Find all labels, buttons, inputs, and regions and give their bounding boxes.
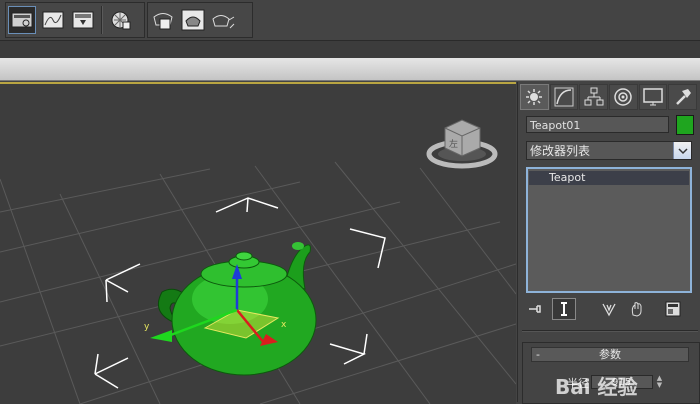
- render-production-button[interactable]: [180, 7, 206, 33]
- command-panel: Teapot01 修改器列表 Teapot - 参数 半径 915 ▲ ▼: [517, 82, 700, 404]
- tab-utilities[interactable]: [668, 84, 698, 110]
- viewcube-face-label: 左: [449, 138, 458, 150]
- viewcube[interactable]: 左: [426, 119, 498, 169]
- modify-curve-icon: [554, 87, 574, 107]
- collapse-icon: -: [536, 348, 540, 361]
- stack-toolbar: [524, 298, 694, 320]
- panel-divider: [522, 330, 698, 332]
- display-monitor-icon: [643, 88, 663, 106]
- material-editor-icon: [111, 11, 131, 30]
- ribbon-bar: [0, 58, 700, 81]
- utilities-hammer-icon: [675, 89, 691, 105]
- ribbon-strip: [0, 40, 700, 59]
- tab-modify[interactable]: [549, 84, 579, 110]
- object-color-swatch[interactable]: [676, 115, 694, 135]
- tab-motion[interactable]: [609, 84, 638, 110]
- render-setup-button[interactable]: [70, 7, 96, 33]
- toolbar-group-scene: [5, 2, 145, 38]
- render-frame-icon: [153, 13, 173, 30]
- remove-modifier-button[interactable]: [626, 299, 648, 319]
- motion-icon: [614, 88, 633, 106]
- viewport-canvas: 左 y x: [0, 119, 516, 404]
- modifier-list-label: 修改器列表: [530, 144, 591, 158]
- material-editor-button[interactable]: [108, 7, 134, 33]
- scene-explorer-icon: [11, 12, 33, 28]
- render-production-icon: [181, 9, 205, 31]
- render-frame-button[interactable]: [150, 7, 176, 33]
- pin-stack-icon: [529, 305, 541, 313]
- chevron-down-icon[interactable]: [673, 142, 691, 159]
- toolbar-group-render: [147, 2, 253, 38]
- hierarchy-icon: [584, 87, 604, 106]
- render-active-icon: [212, 15, 235, 29]
- tab-create[interactable]: [520, 84, 549, 110]
- rollout-title: 参数: [599, 348, 621, 361]
- configure-sets-icon: [665, 301, 681, 317]
- gizmo-y-label: y: [144, 322, 150, 332]
- render-setup-icon: [72, 11, 94, 29]
- tab-hierarchy[interactable]: [579, 84, 609, 110]
- modifier-stack[interactable]: Teapot: [526, 167, 692, 293]
- object-name-field[interactable]: Teapot01: [526, 116, 669, 133]
- make-unique-icon: [602, 303, 616, 317]
- rollout-header[interactable]: - 参数: [531, 347, 689, 362]
- show-end-result-button[interactable]: [552, 298, 576, 320]
- pin-stack-button[interactable]: [524, 299, 546, 319]
- stack-item-teapot[interactable]: Teapot: [529, 171, 689, 185]
- watermark: Bai 经验: [555, 375, 638, 399]
- make-unique-button[interactable]: [598, 299, 620, 319]
- show-end-result-icon: [561, 302, 567, 316]
- perspective-viewport[interactable]: 左 y x: [0, 82, 516, 404]
- curve-editor-button[interactable]: [40, 7, 66, 33]
- scene-explorer-button[interactable]: [8, 6, 36, 34]
- command-panel-tabs: [520, 84, 698, 110]
- create-sun-icon: [526, 89, 543, 105]
- curve-editor-icon: [42, 11, 64, 29]
- tab-display[interactable]: [638, 84, 668, 110]
- toolbar-separator: [101, 6, 103, 34]
- modifier-list-dropdown[interactable]: 修改器列表: [526, 141, 692, 160]
- render-active-button[interactable]: [210, 7, 236, 33]
- main-toolbar: [0, 0, 700, 40]
- configure-sets-button[interactable]: [662, 299, 684, 319]
- remove-modifier-icon: [631, 302, 642, 317]
- gizmo-x-label: x: [281, 320, 287, 330]
